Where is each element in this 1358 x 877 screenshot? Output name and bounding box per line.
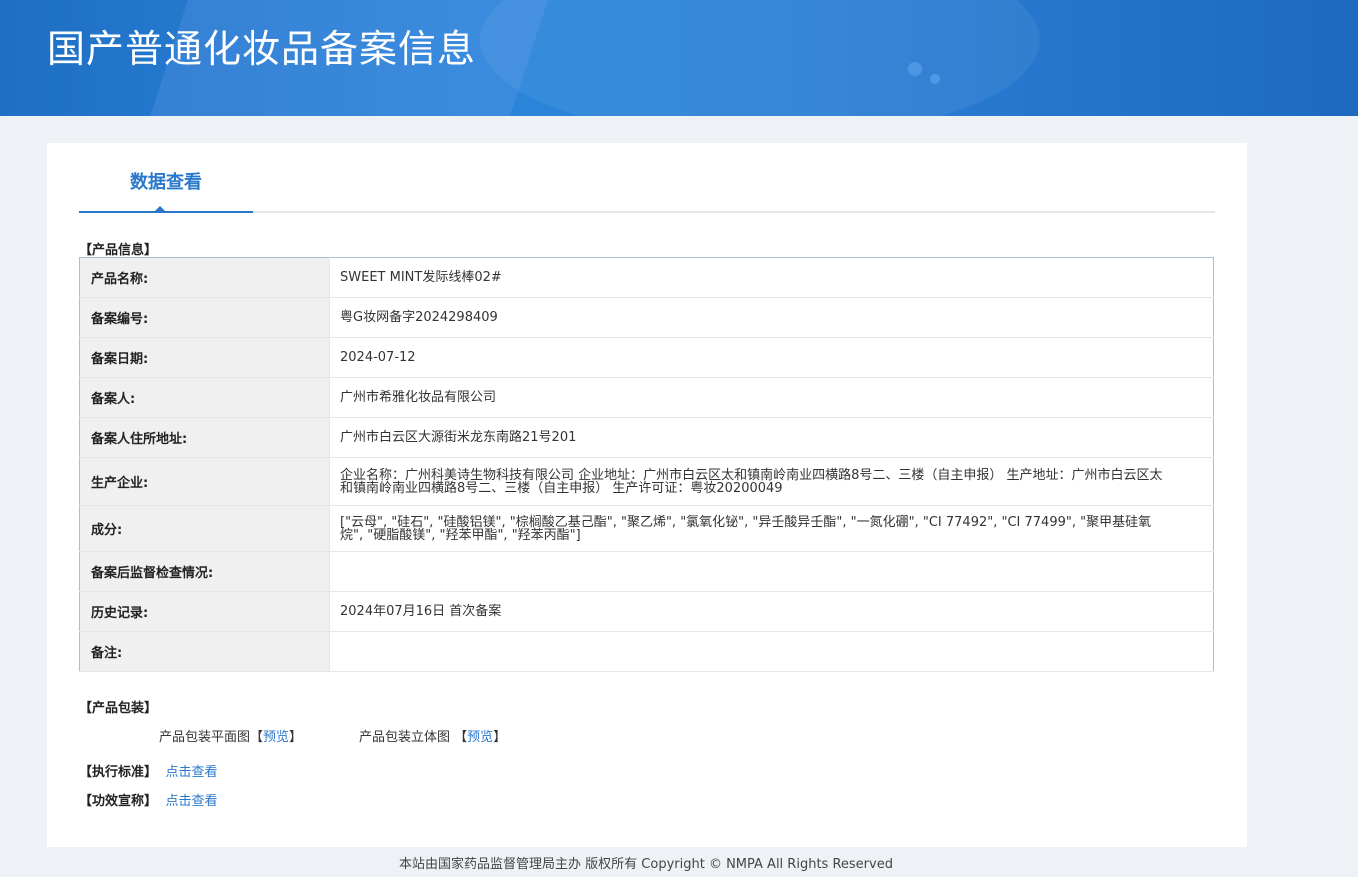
tab-data-view[interactable]: 数据查看	[79, 163, 253, 213]
product-info-table: 产品名称: SWEET MINT发际线棒02# 备案编号: 粤G妆网备字2024…	[79, 257, 1214, 672]
package-stereo-preview-link[interactable]: 预览	[467, 730, 493, 745]
header-banner: 国产普通化妆品备案信息	[0, 0, 1358, 116]
row-value	[329, 551, 1214, 592]
row-key: 生产企业:	[79, 457, 330, 506]
row-value: ["云母", "硅石", "硅酸铝镁", "棕榈酸乙基己酯", "聚乙烯", "…	[329, 505, 1214, 552]
page-title: 国产普通化妆品备案信息	[47, 27, 477, 71]
package-flat-label: 产品包装平面图	[159, 730, 251, 745]
table-row: 备案后监督检查情况:	[79, 551, 1214, 592]
package-stereo-label: 产品包装立体图	[359, 730, 451, 745]
banner-decoration	[480, 0, 1040, 116]
banner-dot	[930, 74, 940, 84]
tab-bar: 数据查看	[79, 163, 1215, 213]
tab-active-caret-icon	[154, 206, 166, 212]
efficacy-label: 【功效宣称】	[79, 794, 158, 809]
table-row: 备案人: 广州市希雅化妆品有限公司	[79, 377, 1214, 418]
content-card: 数据查看 【产品信息】 产品名称: SWEET MINT发际线棒02# 备案编号…	[47, 143, 1247, 847]
package-stereo-item: 产品包装立体图 【预览】	[359, 726, 506, 745]
table-row: 备注:	[79, 631, 1214, 672]
table-row: 历史记录: 2024年07月16日 首次备案	[79, 591, 1214, 632]
standard-row: 【执行标准】 点击查看	[79, 761, 218, 780]
row-value: 2024-07-12	[329, 337, 1214, 378]
package-flat-preview-link[interactable]: 预览	[263, 730, 289, 745]
bracket-close: 】	[493, 730, 507, 745]
bracket-open: 【	[250, 730, 264, 745]
standard-view-link[interactable]: 点击查看	[166, 765, 218, 780]
standard-label: 【执行标准】	[79, 765, 158, 780]
table-row: 生产企业: 企业名称：广州科美诗生物科技有限公司 企业地址：广州市白云区太和镇南…	[79, 457, 1214, 506]
row-key: 产品名称:	[79, 257, 330, 298]
row-key: 备案编号:	[79, 297, 330, 338]
row-key: 备注:	[79, 631, 330, 672]
row-key: 成分:	[79, 505, 330, 552]
row-value	[329, 631, 1214, 672]
table-row: 成分: ["云母", "硅石", "硅酸铝镁", "棕榈酸乙基己酯", "聚乙烯…	[79, 505, 1214, 552]
packaging-label: 【产品包装】	[79, 701, 158, 716]
row-key: 历史记录:	[79, 591, 330, 632]
row-key: 备案日期:	[79, 337, 330, 378]
banner-dot	[908, 62, 922, 76]
bracket-close: 】	[289, 730, 303, 745]
table-row: 备案编号: 粤G妆网备字2024298409	[79, 297, 1214, 338]
row-value: 广州市白云区大源街米龙东南路21号201	[329, 417, 1214, 458]
product-info-label: 【产品信息】	[79, 243, 158, 258]
row-value: 企业名称：广州科美诗生物科技有限公司 企业地址：广州市白云区太和镇南岭南业四横路…	[329, 457, 1214, 506]
table-row: 产品名称: SWEET MINT发际线棒02#	[79, 257, 1214, 298]
row-value: 广州市希雅化妆品有限公司	[329, 377, 1214, 418]
footer-copyright: 本站由国家药品监督管理局主办 版权所有 Copyright © NMPA All…	[399, 857, 893, 872]
row-key: 备案人:	[79, 377, 330, 418]
table-row: 备案人住所地址: 广州市白云区大源街米龙东南路21号201	[79, 417, 1214, 458]
efficacy-row: 【功效宣称】 点击查看	[79, 790, 218, 809]
efficacy-view-link[interactable]: 点击查看	[166, 794, 218, 809]
row-value: 2024年07月16日 首次备案	[329, 591, 1214, 632]
row-value: SWEET MINT发际线棒02#	[329, 257, 1214, 298]
row-value: 粤G妆网备字2024298409	[329, 297, 1214, 338]
row-key: 备案后监督检查情况:	[79, 551, 330, 592]
table-row: 备案日期: 2024-07-12	[79, 337, 1214, 378]
row-key: 备案人住所地址:	[79, 417, 330, 458]
tab-label: 数据查看	[130, 172, 202, 193]
package-flat-item: 产品包装平面图【预览】	[159, 726, 302, 745]
bracket-open: 【	[454, 730, 468, 745]
